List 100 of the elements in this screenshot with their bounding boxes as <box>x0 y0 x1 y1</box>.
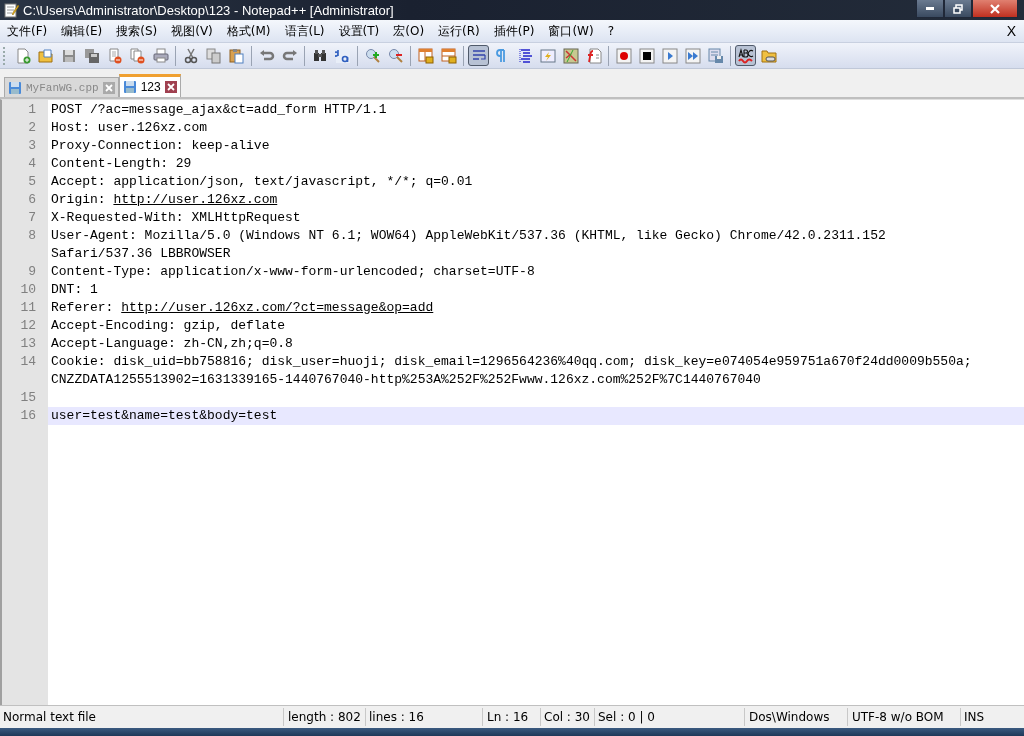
menu-item[interactable]: 编辑(E) <box>54 22 110 40</box>
code-line: Safari/537.36 LBBROWSER <box>50 245 231 263</box>
code-line: Origin: http://user.126xz.com <box>50 191 278 209</box>
line-number: 13 <box>19 335 37 353</box>
line-number: 2 <box>27 119 37 137</box>
menu-item[interactable]: 搜索(S) <box>109 22 165 40</box>
spellcheck-icon <box>737 47 754 64</box>
line-count: lines : 16 <box>369 710 424 724</box>
play-icon <box>661 47 678 64</box>
menu-item[interactable]: 格式(M) <box>219 22 278 40</box>
lightning-window-icon <box>539 47 556 64</box>
close-button[interactable] <box>972 0 1018 18</box>
maximize-button[interactable] <box>944 0 972 18</box>
new-file-icon <box>14 47 31 64</box>
code-line: Cookie: disk_uid=bb758816; disk_user=huoji; disk_email=1296564236%40qq.com; disk_key=e074054e959751a670f24dd0009b550a; <box>50 353 972 371</box>
window-lock-icon <box>417 47 434 64</box>
close-all-icon <box>129 47 146 64</box>
record-icon <box>615 47 632 64</box>
line-number: 1 <box>27 101 37 119</box>
replace-icon <box>334 47 351 64</box>
menu-item[interactable]: ? <box>600 24 621 38</box>
line-number: 14 <box>19 353 37 371</box>
code-line: X-Requested-With: XMLHttpRequest <box>50 209 301 227</box>
code-line: Host: user.126xz.com <box>50 119 208 137</box>
binoculars-icon <box>311 47 328 64</box>
selection-info: Sel : 0 | 0 <box>598 710 655 724</box>
menu-item[interactable]: 宏(O) <box>386 22 432 40</box>
close-icon <box>102 81 115 94</box>
notepad-icon <box>3 2 19 18</box>
line-number: 8 <box>27 227 37 245</box>
line-number: 11 <box>19 299 37 317</box>
folder-icon <box>760 47 777 64</box>
tab-close-button[interactable] <box>164 81 177 93</box>
paste-icon <box>228 47 245 64</box>
menu-item[interactable]: 语言(L) <box>277 22 332 40</box>
code-line: CNZZDATA1255513902=1631339165-1440767040-http%253A%252F%252Fwww.126xz.com%252F%7C1440767040 <box>50 371 761 389</box>
code-line: POST /?ac=message_ajax&ct=add_form HTTP/1.1 <box>50 101 387 119</box>
document-tab[interactable]: 123 <box>118 74 181 97</box>
code-line: Proxy-Connection: keep-alive <box>50 137 270 155</box>
code-line: Accept: application/json, text/javascript, */*; q=0.01 <box>50 173 473 191</box>
line-ending: Dos\Windows <box>749 710 830 724</box>
code-line: DNT: 1 <box>50 281 98 299</box>
code-line: Accept-Encoding: gzip, deflate <box>50 317 286 335</box>
tab-label: MyFanWG.cpp <box>26 81 99 94</box>
encoding: UTF-8 w/o BOM <box>852 710 944 724</box>
restore-icon <box>953 3 963 14</box>
cursor-line: Ln : 16 <box>487 710 529 724</box>
copy-icon <box>205 47 222 64</box>
line-number: 15 <box>19 389 37 407</box>
tab-label: 123 <box>140 80 161 94</box>
code-line: Content-Length: 29 <box>50 155 192 173</box>
cursor-column: Col : 30 <box>544 710 590 724</box>
line-number: 12 <box>19 317 37 335</box>
code-line: User-Agent: Mozilla/5.0 (Windows NT 6.1; WOW64) AppleWebKit/537.36 (KHTML, like Gecko) Chrome/42.0.2311.152 <box>50 227 886 245</box>
text-editor[interactable] <box>0 99 1024 705</box>
cut-icon <box>182 47 199 64</box>
close-document-button[interactable]: X <box>1006 23 1024 39</box>
toolbar-button[interactable] <box>636 45 657 66</box>
line-number: 6 <box>27 191 37 209</box>
insert-mode: INS <box>964 710 985 724</box>
window-lock-icon <box>440 47 457 64</box>
line-number: 9 <box>27 263 37 281</box>
line-number: 10 <box>19 281 37 299</box>
code-line: Referer: http://user.126xz.com/?ct=message&op=add <box>50 299 434 317</box>
code-line: Content-Type: application/x-www-form-urlencoded; charset=UTF-8 <box>50 263 535 281</box>
code-line: Accept-Language: zh-CN,zh;q=0.8 <box>50 335 293 353</box>
menu-item[interactable]: 视图(V) <box>164 22 220 40</box>
save-all-icon <box>83 47 100 64</box>
fast-forward-icon <box>684 47 701 64</box>
minimize-icon <box>926 7 934 10</box>
zoom-out-icon <box>387 47 404 64</box>
close-file-icon <box>106 47 123 64</box>
print-icon <box>152 47 169 64</box>
map-icon <box>562 47 579 64</box>
window-title: C:\Users\Administrator\Desktop\123 - Notepad++ [Administrator] <box>23 2 395 18</box>
line-number: 3 <box>27 137 37 155</box>
menu-item[interactable]: 文件(F) <box>0 22 55 40</box>
toolbar-button[interactable] <box>735 45 756 66</box>
save-list-icon <box>707 47 724 64</box>
menu-item[interactable]: 插件(P) <box>486 22 542 40</box>
menu-item[interactable]: 运行(R) <box>431 22 487 40</box>
minimize-button[interactable] <box>916 0 944 18</box>
menu-item[interactable]: 窗口(W) <box>541 22 601 40</box>
file-type: Normal text file <box>3 710 96 724</box>
function-document-icon <box>585 47 602 64</box>
indent-lines-icon <box>516 47 533 64</box>
stop-icon <box>638 47 655 64</box>
url-link[interactable]: http://user.126xz.com/?ct=message&op=add <box>121 300 434 315</box>
menu-item[interactable]: 设置(T) <box>331 22 387 40</box>
zoom-in-icon <box>364 47 381 64</box>
close-icon <box>989 3 1001 14</box>
line-number: 7 <box>27 209 37 227</box>
line-number: 5 <box>27 173 37 191</box>
save-icon <box>60 47 77 64</box>
open-folder-icon <box>37 47 54 64</box>
close-icon <box>164 81 177 93</box>
document-length: length : 802 <box>288 710 361 724</box>
line-number: 16 <box>19 407 37 425</box>
line-number: 4 <box>27 155 37 173</box>
url-link[interactable]: http://user.126xz.com <box>113 192 278 207</box>
